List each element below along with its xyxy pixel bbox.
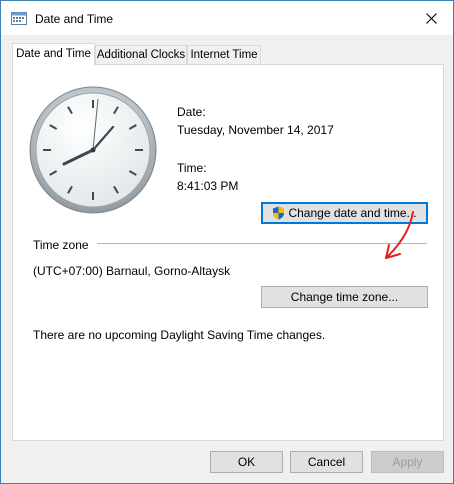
analog-clock bbox=[29, 86, 157, 214]
tab-internet-time[interactable]: Internet Time bbox=[187, 45, 261, 64]
date-value: Tuesday, November 14, 2017 bbox=[177, 123, 334, 137]
tab-additional-clocks[interactable]: Additional Clocks bbox=[95, 45, 187, 64]
window-title: Date and Time bbox=[35, 12, 114, 26]
close-button[interactable] bbox=[409, 1, 453, 35]
dst-message: There are no upcoming Daylight Saving Ti… bbox=[33, 328, 326, 342]
time-value: 8:41:03 PM bbox=[177, 179, 239, 193]
timezone-section-label: Time zone bbox=[33, 238, 89, 252]
date-and-time-dialog: Date and Time Date and Time Additional C… bbox=[0, 0, 454, 484]
apply-button[interactable]: Apply bbox=[371, 451, 444, 473]
date-label: Date: bbox=[177, 105, 206, 119]
timezone-divider bbox=[97, 243, 427, 244]
tab-panel: Date: Tuesday, November 14, 2017 Time: 8… bbox=[12, 64, 444, 441]
time-label: Time: bbox=[177, 161, 207, 175]
close-icon bbox=[425, 12, 437, 24]
uac-shield-icon bbox=[273, 206, 285, 220]
tab-date-and-time[interactable]: Date and Time bbox=[12, 43, 95, 66]
cancel-button[interactable]: Cancel bbox=[290, 451, 363, 473]
title-bar: Date and Time bbox=[1, 1, 453, 35]
change-time-zone-button[interactable]: Change time zone... bbox=[261, 286, 428, 308]
ok-button[interactable]: OK bbox=[210, 451, 283, 473]
red-annotation-arrow bbox=[385, 211, 414, 259]
timezone-value: (UTC+07:00) Barnaul, Gorno-Altaysk bbox=[33, 264, 231, 278]
calendar-clock-icon bbox=[11, 12, 27, 25]
